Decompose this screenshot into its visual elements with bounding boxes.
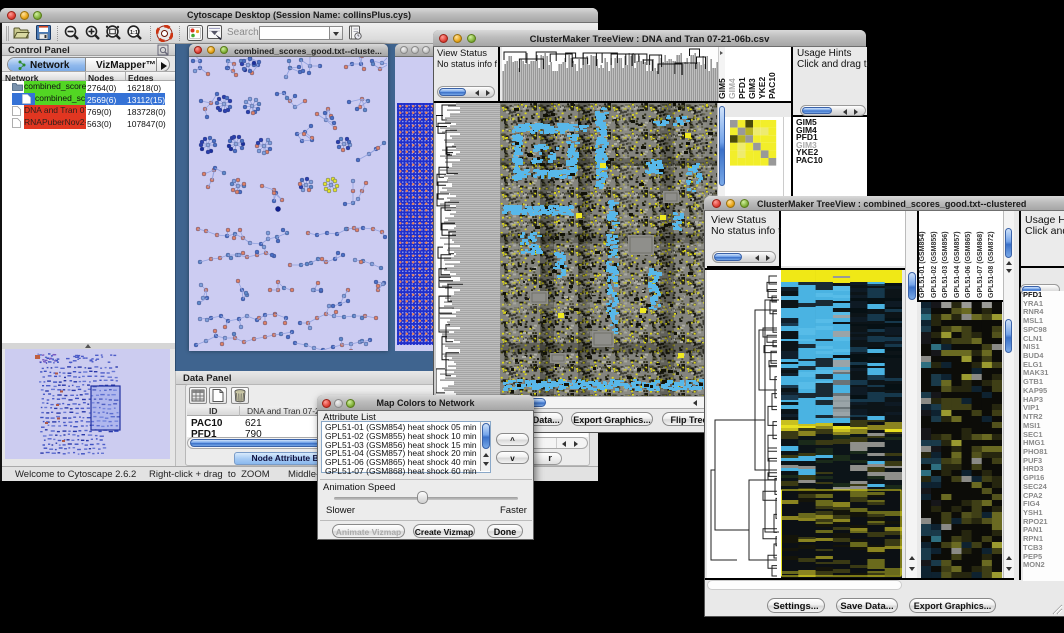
svg-text:1:1: 1:1 — [130, 30, 138, 36]
